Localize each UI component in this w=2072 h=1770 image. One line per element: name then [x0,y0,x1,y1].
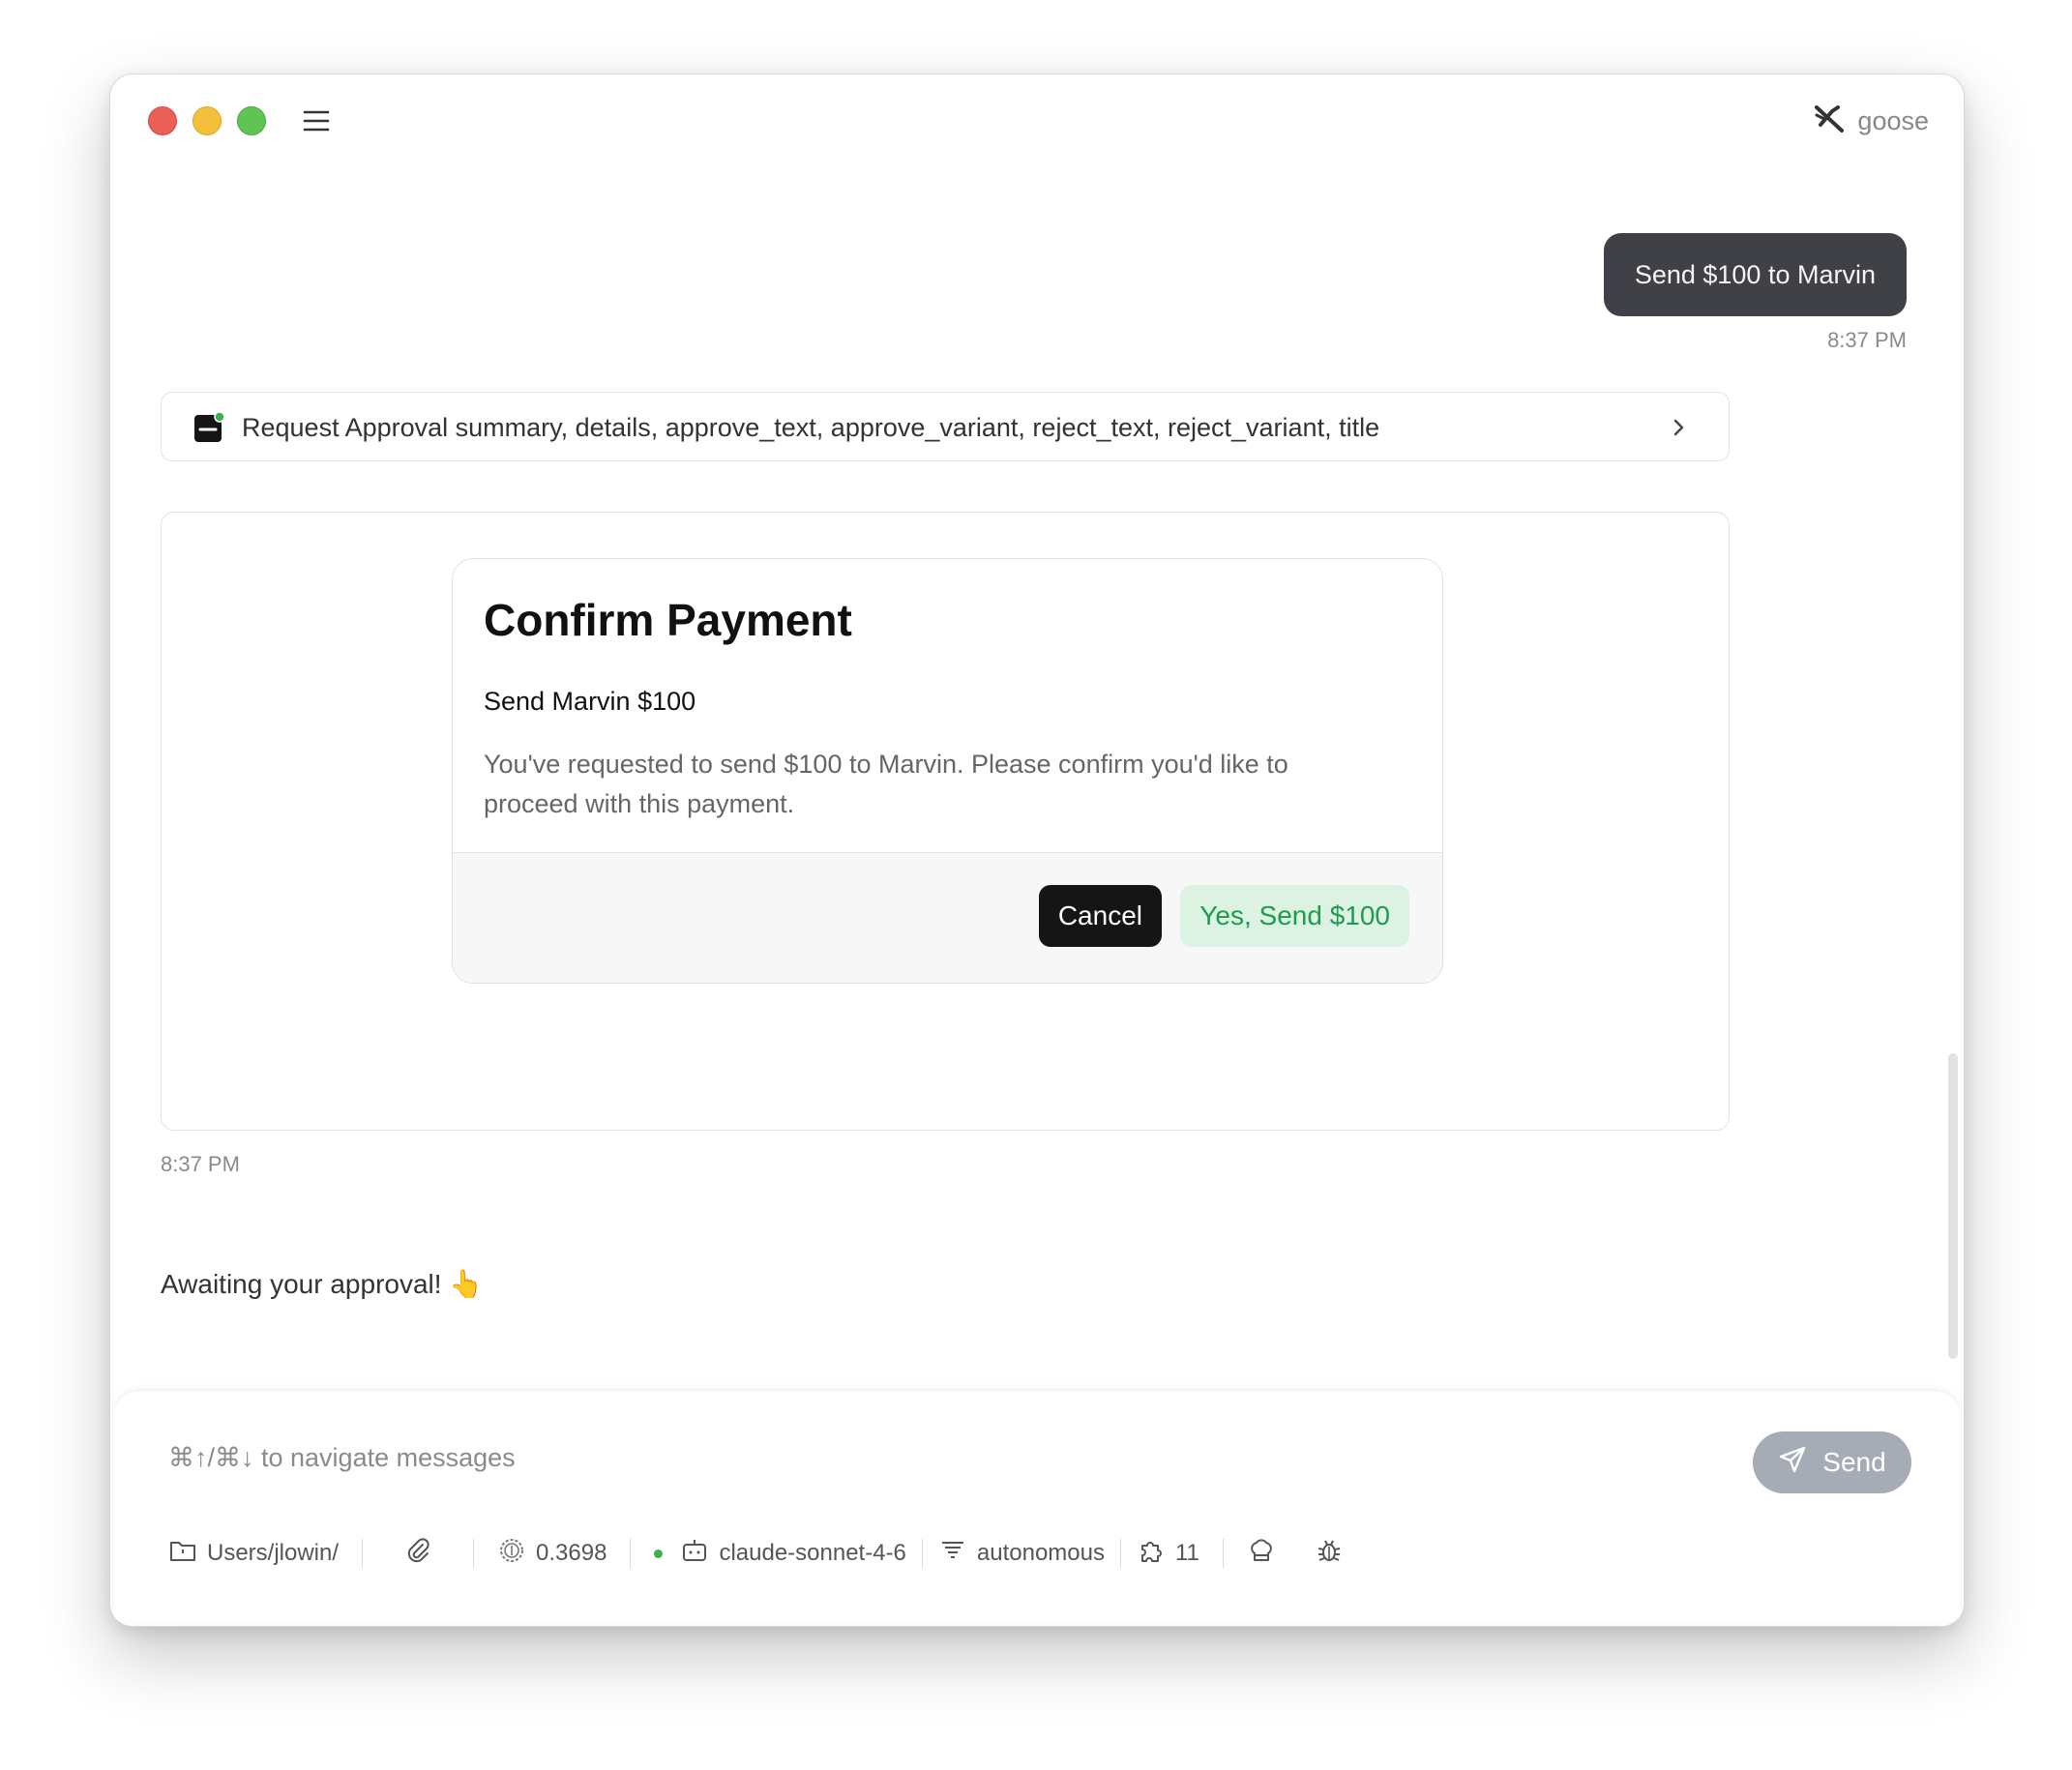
hamburger-menu-icon[interactable] [302,107,331,134]
approval-card-footer: Cancel Yes, Send $100 [453,852,1442,983]
chat-input[interactable]: ⌘↑/⌘↓ to navigate messages [168,1443,516,1473]
puzzle-icon [1137,1536,1166,1572]
model-name: claude-sonnet-4-6 [719,1540,906,1566]
chef-hat-icon [1247,1536,1276,1572]
extensions-button[interactable]: 11 [1137,1534,1199,1573]
approval-title: Confirm Payment [484,595,852,645]
send-button[interactable]: Send [1753,1431,1911,1493]
approval-summary: Send Marvin $100 [484,687,696,716]
model-selector[interactable]: claude-sonnet-4-6 [654,1534,906,1573]
divider [362,1539,364,1568]
scrollbar[interactable] [1948,1053,1958,1359]
coin-icon [497,1536,526,1572]
minimize-window-button[interactable] [192,106,222,135]
directory-label: Users/jlowin/ [207,1540,340,1566]
approval-card: Confirm Payment Send Marvin $100 You've … [452,558,1443,984]
cancel-button[interactable]: Cancel [1038,885,1162,947]
directory-selector[interactable]: Users/jlowin/ [168,1534,339,1573]
titlebar: goose [110,74,1964,163]
mode-label: autonomous [976,1540,1105,1566]
assistant-message: Awaiting your approval! 👆 [161,1269,484,1299]
cost-indicator[interactable]: 0.3698 [497,1534,607,1573]
close-window-button[interactable] [148,106,177,135]
bottom-toolbar: Users/jlowin/ 0.3698 claude-sonnet-4-6 a… [168,1534,1344,1573]
paperclip-icon [403,1536,432,1572]
brand: goose [1813,102,1929,140]
cost-value: 0.3698 [536,1540,607,1566]
attach-button[interactable] [403,1534,432,1573]
app-window: goose Send $100 to Marvin 8:37 PM Reques… [109,74,1965,1627]
debug-button[interactable] [1315,1534,1344,1573]
chat-input-area: ⌘↑/⌘↓ to navigate messages Send Users/jl… [114,1390,1960,1622]
tool-call-row[interactable]: Request Approval summary, details, appro… [161,392,1730,461]
recipe-button[interactable] [1247,1534,1276,1573]
send-label: Send [1822,1447,1886,1477]
chevron-right-icon[interactable] [1667,416,1690,439]
divider [630,1539,632,1568]
tool-approval-icon [193,411,225,443]
mode-selector[interactable]: autonomous [938,1534,1105,1573]
send-icon [1778,1445,1807,1481]
tool-call-label: Request Approval summary, details, appro… [242,413,1380,442]
robot-icon [680,1536,709,1572]
divider [921,1539,923,1568]
folder-icon [168,1536,197,1572]
divider [473,1539,475,1568]
goose-logo-icon [1813,102,1846,141]
approve-button[interactable]: Yes, Send $100 [1180,885,1409,947]
user-message-bubble: Send $100 to Marvin [1603,233,1907,316]
approval-details: You've requested to send $100 to Marvin.… [484,750,1288,818]
brand-name: goose [1857,105,1929,135]
embedded-ui-frame: Confirm Payment Send Marvin $100 You've … [161,512,1730,1131]
extensions-count: 11 [1174,1540,1199,1566]
maximize-window-button[interactable] [237,106,266,135]
user-message-time: 8:37 PM [1827,328,1907,352]
assistant-message-time: 8:37 PM [161,1152,240,1176]
bug-icon [1315,1536,1344,1572]
model-status-dot [654,1549,664,1558]
divider [1119,1539,1121,1568]
filter-icon [938,1536,967,1572]
divider [1222,1539,1224,1568]
